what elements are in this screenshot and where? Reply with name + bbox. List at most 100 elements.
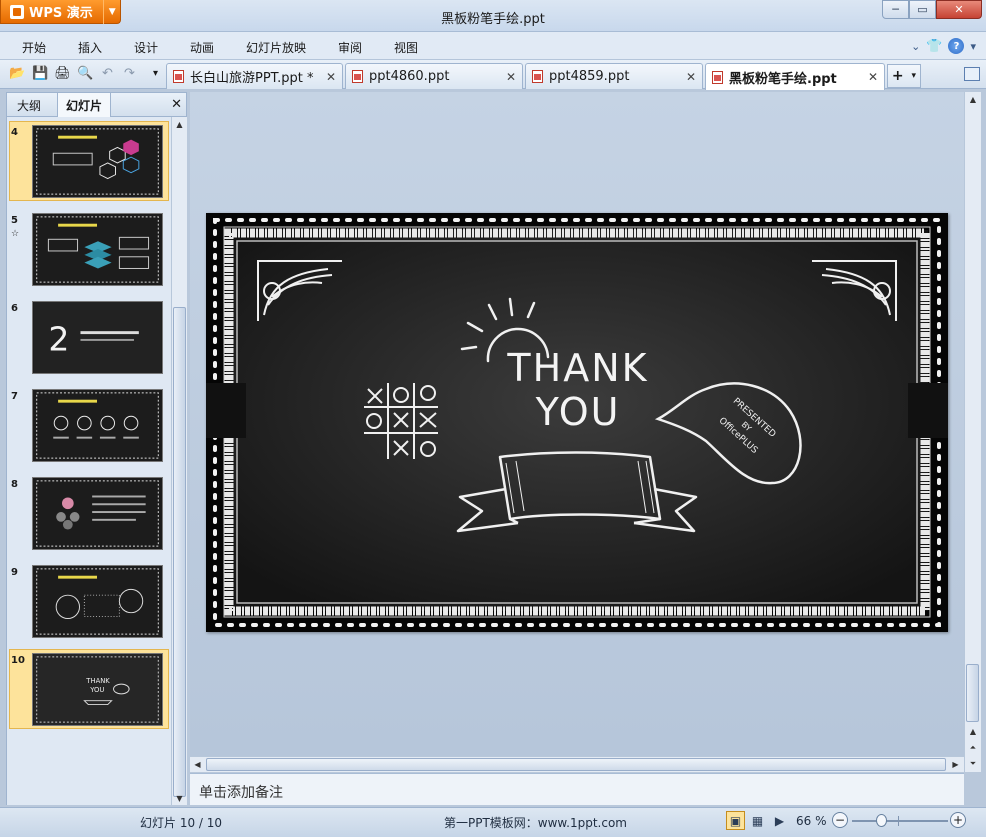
slideshow-view-icon[interactable]: ▶ xyxy=(770,811,789,830)
template-site-text: 第一PPT模板网：www.1ppt.com xyxy=(444,816,627,830)
scroll-up-icon[interactable]: ▲ xyxy=(172,117,187,131)
previous-slide-icon[interactable]: ⏶ xyxy=(965,740,981,755)
thumb-big-number: 2 xyxy=(48,320,69,359)
thumbnail-image xyxy=(32,389,163,462)
tab-label: 长白山旅游PPT.ppt * xyxy=(190,71,314,86)
tab-document-active[interactable]: 黑板粉笔手绘.ppt ✕ xyxy=(705,63,885,90)
menu-insert[interactable]: 插入 xyxy=(78,39,102,56)
chevron-down-icon: ▾ xyxy=(911,71,917,81)
redo-icon[interactable]: ↷ xyxy=(121,65,138,82)
help-icon[interactable]: ? xyxy=(948,38,965,54)
panel-scrollbar[interactable]: ▲ ▼ xyxy=(171,117,187,805)
print-preview-icon[interactable]: 🔍 xyxy=(77,65,94,82)
tab-document-2[interactable]: ppt4860.ppt ✕ xyxy=(345,63,523,89)
thumbnail-list: 4 5 ☆ 6 2 7 8 9 10 THANK YOU xyxy=(7,117,171,805)
close-window-button[interactable]: ✕ xyxy=(936,0,982,19)
menu-right-tools: ⌄ 👕 ? ▾ xyxy=(911,38,976,54)
menu-review[interactable]: 审阅 xyxy=(338,39,362,56)
thumb-title-line1: THANK xyxy=(85,677,110,685)
skin-icon[interactable]: 👕 xyxy=(926,39,942,54)
tab-label: 黑板粉笔手绘.ppt xyxy=(729,71,837,87)
zoom-slider-handle[interactable] xyxy=(876,814,887,827)
slide-counter: 幻灯片 10 / 10 xyxy=(140,816,223,830)
current-slide[interactable]: THANK YOU PRESENTED BY OfficePLUS xyxy=(206,213,948,632)
slide-number: 10 xyxy=(11,655,25,666)
slide-title-line2: YOU xyxy=(535,390,621,434)
normal-view-icon[interactable]: ▣ xyxy=(726,811,745,830)
menu-view[interactable]: 视图 xyxy=(394,39,418,56)
thumbnail-image xyxy=(32,477,163,550)
thumbnail-image xyxy=(32,125,163,198)
tab-label: ppt4860.ppt xyxy=(369,69,450,84)
restore-button[interactable]: ▭ xyxy=(909,0,936,19)
scrollbar-thumb[interactable] xyxy=(206,758,946,771)
scroll-right-icon[interactable]: ▶ xyxy=(948,757,963,772)
menu-home[interactable]: 开始 xyxy=(22,39,46,56)
zoom-out-button[interactable]: − xyxy=(832,812,848,828)
zoom-in-button[interactable]: + xyxy=(950,812,966,828)
menu-design[interactable]: 设计 xyxy=(134,39,158,56)
thumbnail-image: 2 xyxy=(32,301,163,374)
notes-placeholder[interactable]: 单击添加备注 xyxy=(199,782,283,802)
ppt-file-icon xyxy=(712,70,723,84)
slide-horizontal-scrollbar[interactable]: ◀ ▶ xyxy=(190,756,964,772)
slide-vertical-scrollbar[interactable]: ▲ ▲ ⏶ ⏷ xyxy=(964,92,981,772)
print-icon[interactable]: 🖨 xyxy=(54,65,71,82)
close-tab-icon[interactable]: ✕ xyxy=(506,70,516,84)
new-tab-button[interactable]: + ▾ xyxy=(887,64,921,88)
thumbnail-image xyxy=(32,565,163,638)
tab-outline[interactable]: 大纲 xyxy=(9,93,49,117)
close-tab-icon[interactable]: ✕ xyxy=(868,70,878,84)
scrollbar-thumb[interactable] xyxy=(173,307,186,797)
menu-slideshow[interactable]: 幻灯片放映 xyxy=(246,39,306,56)
undo-icon[interactable]: ↶ xyxy=(99,65,116,82)
zoom-level: 66 % xyxy=(796,814,827,828)
slide-title-line1: THANK xyxy=(506,346,648,390)
slide-number: 7 xyxy=(11,391,18,402)
close-tab-icon[interactable]: ✕ xyxy=(686,70,696,84)
scroll-down-icon[interactable]: ▼ xyxy=(172,791,187,805)
slide-number: 6 xyxy=(11,303,18,314)
tab-document-1[interactable]: 长白山旅游PPT.ppt * ✕ xyxy=(166,63,343,89)
plus-icon: + xyxy=(891,68,904,84)
window-title: 黑板粉笔手绘.ppt xyxy=(441,12,545,27)
scroll-up-icon[interactable]: ▲ xyxy=(965,92,981,107)
ppt-file-icon xyxy=(352,70,363,83)
notes-pane[interactable]: 单击添加备注 xyxy=(190,773,964,805)
slide-artwork: THANK YOU PRESENTED BY OfficePLUS xyxy=(206,213,948,632)
help-dropdown-icon[interactable]: ▾ xyxy=(970,40,976,53)
close-panel-icon[interactable]: ✕ xyxy=(171,97,182,112)
minimize-button[interactable]: ─ xyxy=(882,0,909,19)
thumbnail-image xyxy=(32,213,163,286)
title-bar: WPS 演示 ▼ 黑板粉笔手绘.ppt ─ ▭ ✕ xyxy=(0,0,986,32)
collapse-ribbon-icon[interactable]: ⌄ xyxy=(911,40,920,53)
thumb-title-line2: YOU xyxy=(89,686,104,694)
open-icon[interactable]: 📂 xyxy=(9,65,26,82)
tab-list-icon[interactable] xyxy=(964,67,980,81)
menu-bar: 开始 插入 设计 动画 幻灯片放映 审阅 视图 ⌄ 👕 ? ▾ xyxy=(0,32,986,60)
slides-panel: 大纲 幻灯片 ✕ 4 5 ☆ 6 2 7 8 9 10 THANK YOU ▲ … xyxy=(6,92,187,805)
scroll-left-icon[interactable]: ◀ xyxy=(190,757,205,772)
ppt-file-icon xyxy=(173,70,184,83)
scroll-up-icon[interactable]: ▲ xyxy=(965,724,981,739)
ppt-file-icon xyxy=(532,70,543,83)
menu-animation[interactable]: 动画 xyxy=(190,39,214,56)
next-slide-icon[interactable]: ⏷ xyxy=(965,756,981,771)
zoom-slider-track[interactable] xyxy=(852,820,948,822)
slide-number: 4 xyxy=(11,127,18,138)
tab-slides[interactable]: 幻灯片 xyxy=(57,93,112,117)
slide-number: 9 xyxy=(11,567,18,578)
slide-canvas-area: THANK YOU PRESENTED BY OfficePLUS xyxy=(190,92,964,756)
thumbnail-image: THANK YOU xyxy=(32,653,163,726)
slide-sorter-icon[interactable]: ▦ xyxy=(748,811,767,830)
slide-number: 5 xyxy=(11,215,18,226)
scrollbar-thumb[interactable] xyxy=(966,664,979,722)
toolbar-more-icon[interactable]: ▾ xyxy=(147,65,164,82)
slide-number: 8 xyxy=(11,479,18,490)
save-icon[interactable]: 💾 xyxy=(32,65,49,82)
tab-label: ppt4859.ppt xyxy=(549,69,630,84)
close-tab-icon[interactable]: ✕ xyxy=(326,70,336,84)
tab-document-3[interactable]: ppt4859.ppt ✕ xyxy=(525,63,703,89)
panel-tabs: 大纲 幻灯片 ✕ xyxy=(7,93,186,117)
status-bar: 幻灯片 10 / 10 第一PPT模板网：www.1ppt.com ▣ ▦ ▶ … xyxy=(0,807,986,837)
